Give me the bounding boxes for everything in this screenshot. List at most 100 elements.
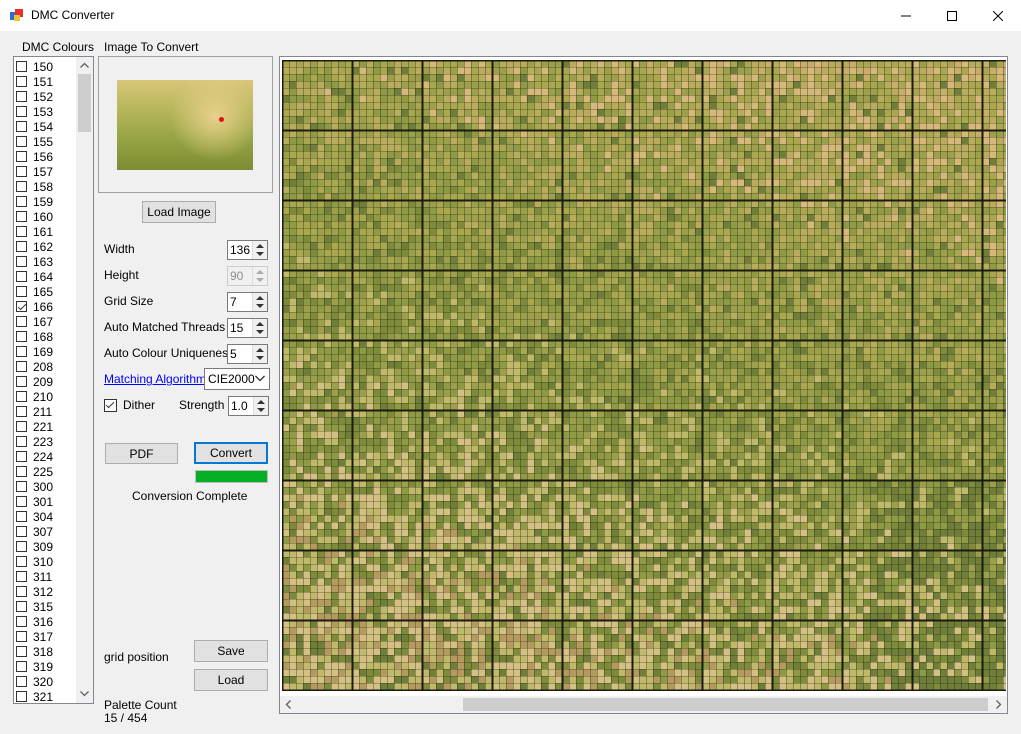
dmc-colour-checkbox[interactable]	[16, 181, 27, 192]
list-item[interactable]: 315	[16, 599, 53, 614]
list-item[interactable]: 321	[16, 689, 53, 703]
list-item[interactable]: 157	[16, 164, 53, 179]
cross-stitch-pattern-grid[interactable]	[282, 60, 1006, 691]
list-scroll-thumb[interactable]	[78, 74, 91, 132]
list-item[interactable]: 319	[16, 659, 53, 674]
list-item[interactable]: 165	[16, 284, 53, 299]
save-button[interactable]: Save	[194, 640, 268, 662]
dmc-colour-checkbox[interactable]	[16, 661, 27, 672]
list-item[interactable]: 169	[16, 344, 53, 359]
list-item[interactable]: 223	[16, 434, 53, 449]
list-item[interactable]: 164	[16, 269, 53, 284]
spin-down-icon[interactable]	[257, 408, 265, 412]
spin-down-icon[interactable]	[256, 330, 264, 334]
canvas-scroll-thumb[interactable]	[463, 698, 988, 711]
list-item[interactable]: 300	[16, 479, 53, 494]
width-spinner[interactable]: 136	[227, 240, 268, 260]
dmc-colour-checkbox[interactable]	[16, 241, 27, 252]
list-item[interactable]: 161	[16, 224, 53, 239]
dmc-colour-checkbox[interactable]	[16, 91, 27, 102]
list-scrollbar[interactable]	[76, 57, 93, 703]
dmc-colour-checkbox[interactable]	[16, 391, 27, 402]
list-item[interactable]: 208	[16, 359, 53, 374]
dmc-colour-checkbox[interactable]	[16, 286, 27, 297]
scroll-right-icon[interactable]	[996, 700, 1002, 709]
close-button[interactable]	[975, 0, 1021, 31]
dmc-colour-checkbox[interactable]	[16, 676, 27, 687]
list-item[interactable]: 318	[16, 644, 53, 659]
list-item[interactable]: 224	[16, 449, 53, 464]
dither-checkbox[interactable]: Dither	[104, 398, 155, 412]
dmc-colour-checkbox[interactable]	[16, 496, 27, 507]
list-item[interactable]: 221	[16, 419, 53, 434]
list-item[interactable]: 307	[16, 524, 53, 539]
list-item[interactable]: 317	[16, 629, 53, 644]
matching-algorithm-link[interactable]: Matching Algorithm	[104, 372, 206, 386]
list-item[interactable]: 152	[16, 89, 53, 104]
dmc-colour-checkbox[interactable]	[16, 586, 27, 597]
dither-check-icon[interactable]	[104, 398, 117, 412]
dmc-colour-checkbox[interactable]	[16, 541, 27, 552]
dmc-colour-checkbox[interactable]	[16, 166, 27, 177]
list-item[interactable]: 159	[16, 194, 53, 209]
dmc-colour-checkbox[interactable]	[16, 211, 27, 222]
spin-down-icon[interactable]	[256, 356, 264, 360]
dmc-colour-checkbox[interactable]	[16, 316, 27, 327]
list-item[interactable]: 154	[16, 119, 53, 134]
spin-up-icon[interactable]	[257, 400, 265, 404]
list-item[interactable]: 225	[16, 464, 53, 479]
list-item[interactable]: 211	[16, 404, 52, 419]
list-item[interactable]: 151	[16, 74, 53, 89]
scroll-left-icon[interactable]	[285, 700, 291, 709]
list-item[interactable]: 168	[16, 329, 53, 344]
dmc-colour-checkbox[interactable]	[16, 61, 27, 72]
dmc-colour-checkbox[interactable]	[16, 511, 27, 522]
list-item[interactable]: 320	[16, 674, 53, 689]
dmc-colour-checkbox[interactable]	[16, 331, 27, 342]
dmc-colour-checkbox[interactable]	[16, 526, 27, 537]
dmc-colour-checkbox[interactable]	[16, 136, 27, 147]
dmc-colour-checkbox[interactable]	[16, 76, 27, 87]
dmc-colour-checkbox[interactable]	[16, 646, 27, 657]
list-item[interactable]: 210	[16, 389, 53, 404]
dmc-colour-checkbox[interactable]	[16, 151, 27, 162]
spin-down-icon[interactable]	[256, 304, 264, 308]
dmc-colour-checkbox[interactable]	[16, 571, 27, 582]
spin-down-icon[interactable]	[256, 252, 264, 256]
dmc-colour-checkbox[interactable]	[16, 616, 27, 627]
dmc-colour-checkbox[interactable]	[16, 556, 27, 567]
list-item[interactable]: 150	[16, 59, 53, 74]
dmc-colour-checkbox[interactable]	[16, 481, 27, 492]
list-item[interactable]: 155	[16, 134, 53, 149]
list-item[interactable]: 209	[16, 374, 53, 389]
dmc-colour-checkbox[interactable]	[16, 691, 27, 702]
dmc-colour-checkbox[interactable]	[16, 121, 27, 132]
list-item[interactable]: 316	[16, 614, 53, 629]
grid-size-spinner[interactable]: 7	[227, 292, 268, 312]
list-item[interactable]: 166	[16, 299, 53, 314]
list-item[interactable]: 309	[16, 539, 53, 554]
scroll-down-icon[interactable]	[80, 691, 89, 697]
dmc-colour-checkbox[interactable]	[16, 406, 27, 417]
auto-matched-threads-spinner[interactable]: 15	[227, 318, 268, 338]
spin-up-icon[interactable]	[256, 348, 264, 352]
list-item[interactable]: 160	[16, 209, 53, 224]
dmc-colours-list[interactable]: 150 151 152 153 154 155 156 157 158 159 160 161 162 1…	[13, 56, 94, 704]
load-button[interactable]: Load	[194, 669, 268, 691]
strength-spinner[interactable]: 1.0	[228, 396, 269, 416]
dmc-colour-checkbox[interactable]	[16, 226, 27, 237]
pattern-canvas-panel[interactable]	[279, 56, 1008, 714]
list-item[interactable]: 310	[16, 554, 53, 569]
dmc-colour-checkbox[interactable]	[16, 361, 27, 372]
dmc-colour-checkbox[interactable]	[16, 301, 27, 312]
list-item[interactable]: 304	[16, 509, 53, 524]
dmc-colour-checkbox[interactable]	[16, 601, 27, 612]
list-item[interactable]: 158	[16, 179, 53, 194]
list-item[interactable]: 156	[16, 149, 53, 164]
convert-button[interactable]: Convert	[194, 442, 268, 464]
maximize-button[interactable]	[929, 0, 975, 31]
list-item[interactable]: 311	[16, 569, 52, 584]
spin-up-icon[interactable]	[256, 322, 264, 326]
dmc-colour-checkbox[interactable]	[16, 466, 27, 477]
spin-up-icon[interactable]	[256, 244, 264, 248]
